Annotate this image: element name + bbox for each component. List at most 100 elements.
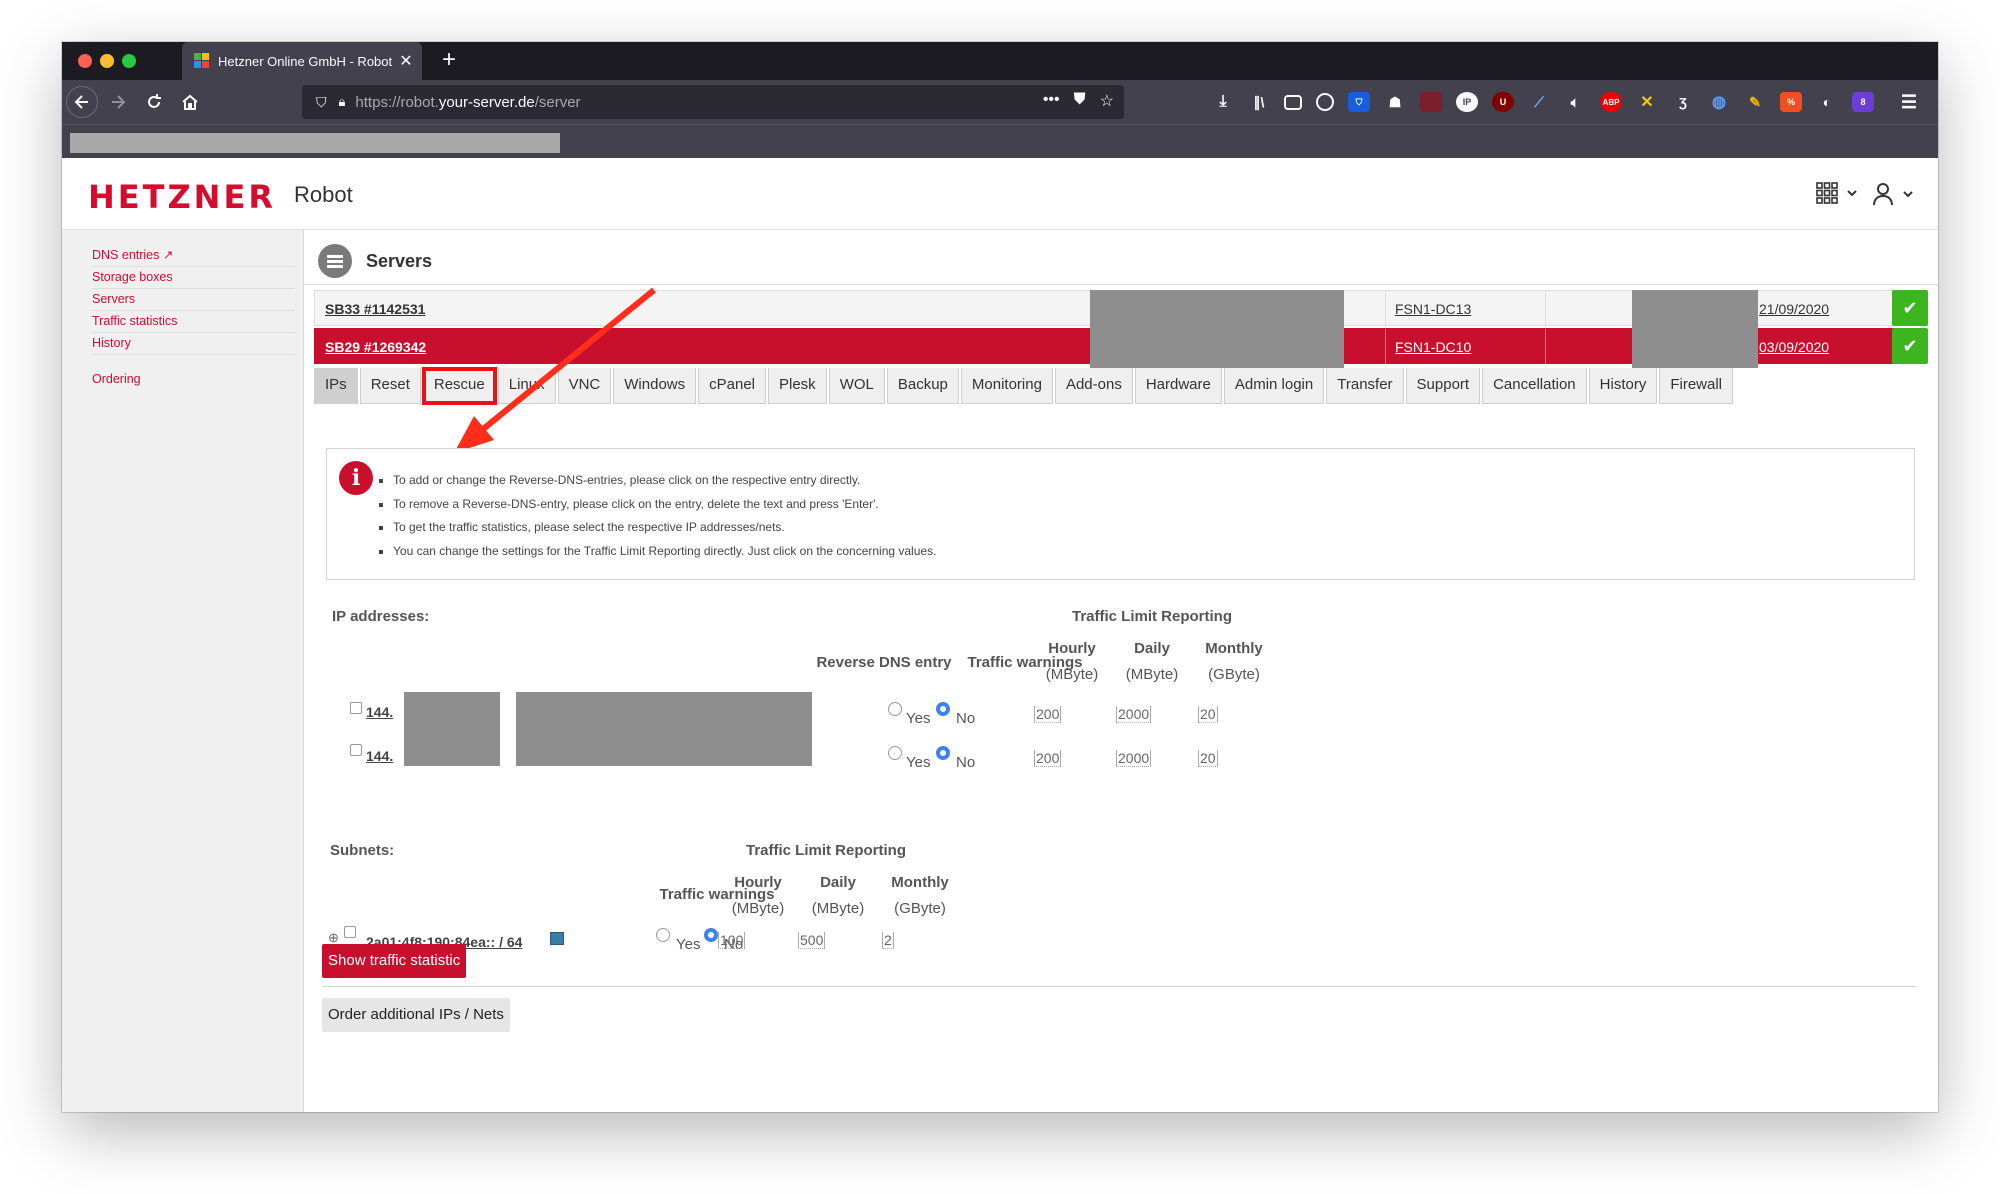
pencil-icon[interactable]: ✎ xyxy=(1744,92,1766,112)
info-line: To get the traffic statistics, please se… xyxy=(393,516,936,540)
window-close-button[interactable] xyxy=(78,54,92,68)
order-additional-ips-button[interactable]: Order additional IPs / Nets xyxy=(322,998,510,1032)
info-line: You can change the settings for the Traf… xyxy=(393,540,936,564)
extension-red-icon[interactable] xyxy=(1420,92,1442,112)
bitwarden-icon[interactable]: ⛉ xyxy=(1348,92,1370,112)
sidebar-item-dns-entries[interactable]: DNS entries ↗ xyxy=(92,244,295,267)
window-minimize-button[interactable] xyxy=(100,54,114,68)
tab-cpanel[interactable]: cPanel xyxy=(698,368,766,404)
ublock-icon[interactable]: U xyxy=(1492,92,1514,112)
server-name[interactable]: SB33 #1142531 xyxy=(315,291,425,327)
tab-hardware[interactable]: Hardware xyxy=(1134,368,1222,404)
tab-history[interactable]: History xyxy=(1588,368,1658,404)
hetzner-logo[interactable]: HETZNER xyxy=(88,178,276,216)
adblock-icon[interactable]: ABP xyxy=(1600,92,1622,112)
hourly-value[interactable]: 200 xyxy=(1034,750,1062,767)
tab-ips[interactable]: IPs xyxy=(314,368,358,404)
ip-address[interactable]: 144. xyxy=(366,748,393,764)
sidebar-item-ordering[interactable]: Ordering xyxy=(92,369,295,390)
translate-icon[interactable]: Ʒ xyxy=(1672,92,1694,112)
tab-firewall[interactable]: Firewall xyxy=(1659,368,1734,404)
info-icon: i xyxy=(339,461,373,495)
picker-icon[interactable]: ⟋ xyxy=(1528,92,1550,112)
download-icon[interactable]: ⤓ xyxy=(1212,92,1234,112)
ip-address[interactable]: 144. xyxy=(366,704,393,720)
ip-icon[interactable]: IP xyxy=(1456,92,1478,112)
traffic-warning-no-radio[interactable] xyxy=(704,928,718,942)
server-tabs: IPs Reset Rescue Linux VNC Windows cPane… xyxy=(314,367,1735,405)
tab-admin-login[interactable]: Admin login xyxy=(1223,368,1325,404)
traffic-warning-yes-radio[interactable] xyxy=(888,702,902,716)
hourly-value[interactable]: 100 xyxy=(718,932,746,949)
sidebar-item-servers[interactable]: Servers xyxy=(92,289,295,311)
globe-icon[interactable]: ◍ xyxy=(1708,92,1730,112)
tab-cancellation[interactable]: Cancellation xyxy=(1482,368,1587,404)
dark-reader-icon[interactable]: ◐ xyxy=(1816,92,1838,112)
percent-icon[interactable]: % xyxy=(1780,92,1802,112)
info-box: i To add or change the Reverse-DNS-entri… xyxy=(326,448,1915,580)
page-actions-icon[interactable]: ••• xyxy=(1043,91,1060,111)
new-tab-button[interactable]: + xyxy=(434,46,464,74)
tab-close-icon[interactable]: ✕ xyxy=(396,51,416,71)
tools-icon[interactable]: ✕ xyxy=(1636,92,1658,112)
grid-icon xyxy=(1816,182,1838,204)
hourly-value[interactable]: 200 xyxy=(1034,706,1062,723)
extension-badge-icon[interactable]: 8 xyxy=(1852,92,1874,112)
apps-menu[interactable] xyxy=(1816,182,1858,204)
shield-icon[interactable]: ⛉ xyxy=(316,94,327,111)
server-name[interactable]: SB29 #1269342 xyxy=(315,329,426,365)
account-icon[interactable] xyxy=(1316,93,1334,111)
redacted-bookmarks xyxy=(70,133,560,153)
tab-rescue[interactable]: Rescue xyxy=(421,367,497,405)
monthly-value[interactable]: 20 xyxy=(1198,750,1218,767)
tab-support[interactable]: Support xyxy=(1405,368,1481,404)
browser-window: Hetzner Online GmbH - Robot ✕ + ⛉ 🔒︎ htt… xyxy=(62,42,1938,1112)
server-datacenter[interactable]: FSN1-DC13 xyxy=(1385,291,1471,327)
pocket-icon[interactable]: ⛊ xyxy=(1074,91,1086,111)
traffic-warning-no-radio[interactable] xyxy=(936,702,950,716)
sidebar-item-history[interactable]: History xyxy=(92,333,295,355)
traffic-warning-no-radio[interactable] xyxy=(936,746,950,760)
daily-value[interactable]: 2000 xyxy=(1116,706,1152,723)
sidebar-item-traffic-statistics[interactable]: Traffic statistics xyxy=(92,311,295,333)
tab-reset[interactable]: Reset xyxy=(359,368,421,404)
tab-backup[interactable]: Backup xyxy=(886,368,959,404)
monthly-value[interactable]: 20 xyxy=(1198,706,1218,723)
ip-checkbox[interactable] xyxy=(350,702,362,714)
traffic-warning-yes-radio[interactable] xyxy=(888,746,902,760)
sidebar-icon[interactable] xyxy=(1284,94,1302,110)
sidebar-item-storage-boxes[interactable]: Storage boxes xyxy=(92,267,295,289)
traffic-warning-yes-radio[interactable] xyxy=(656,928,670,942)
lock-icon[interactable]: 🔒︎ xyxy=(339,94,346,110)
back-button[interactable] xyxy=(66,86,98,118)
mute-icon[interactable]: 🔈︎ xyxy=(1564,92,1586,112)
window-maximize-button[interactable] xyxy=(122,54,136,68)
monthly-value[interactable]: 2 xyxy=(882,932,894,949)
info-line: To add or change the Reverse-DNS-entries… xyxy=(393,469,936,493)
daily-value[interactable]: 2000 xyxy=(1116,750,1152,767)
forward-button[interactable] xyxy=(102,86,134,118)
tab-monitoring[interactable]: Monitoring xyxy=(960,368,1053,404)
tab-linux[interactable]: Linux xyxy=(497,368,556,404)
hamburger-menu-icon[interactable]: ☰ xyxy=(1898,92,1920,112)
bookmark-star-icon[interactable]: ☆ xyxy=(1100,91,1114,111)
ip-checkbox[interactable] xyxy=(350,744,362,756)
show-traffic-statistic-button[interactable]: Show traffic statistic xyxy=(322,944,467,978)
browser-tab-active[interactable]: Hetzner Online GmbH - Robot ✕ xyxy=(182,42,422,80)
url-bar[interactable]: ⛉ 🔒︎ https://robot.your-server.de/server… xyxy=(302,85,1124,119)
tab-windows[interactable]: Windows xyxy=(613,368,697,404)
tab-add-ons[interactable]: Add-ons xyxy=(1054,368,1133,404)
tab-transfer[interactable]: Transfer xyxy=(1326,368,1404,404)
daily-value[interactable]: 500 xyxy=(798,932,826,949)
reload-button[interactable] xyxy=(138,86,170,118)
tab-plesk[interactable]: Plesk xyxy=(768,368,827,404)
subnet-checkbox[interactable] xyxy=(344,926,356,938)
incognito-icon[interactable]: ☗ xyxy=(1384,92,1406,112)
tab-wol[interactable]: WOL xyxy=(828,368,885,404)
user-menu[interactable] xyxy=(1872,182,1914,206)
server-datacenter[interactable]: FSN1-DC10 xyxy=(1385,329,1471,365)
home-button[interactable] xyxy=(174,86,206,118)
tab-vnc[interactable]: VNC xyxy=(557,368,612,404)
library-icon[interactable]: ∥\ xyxy=(1248,92,1270,112)
server-date: 21/09/2020 xyxy=(1759,301,1830,317)
